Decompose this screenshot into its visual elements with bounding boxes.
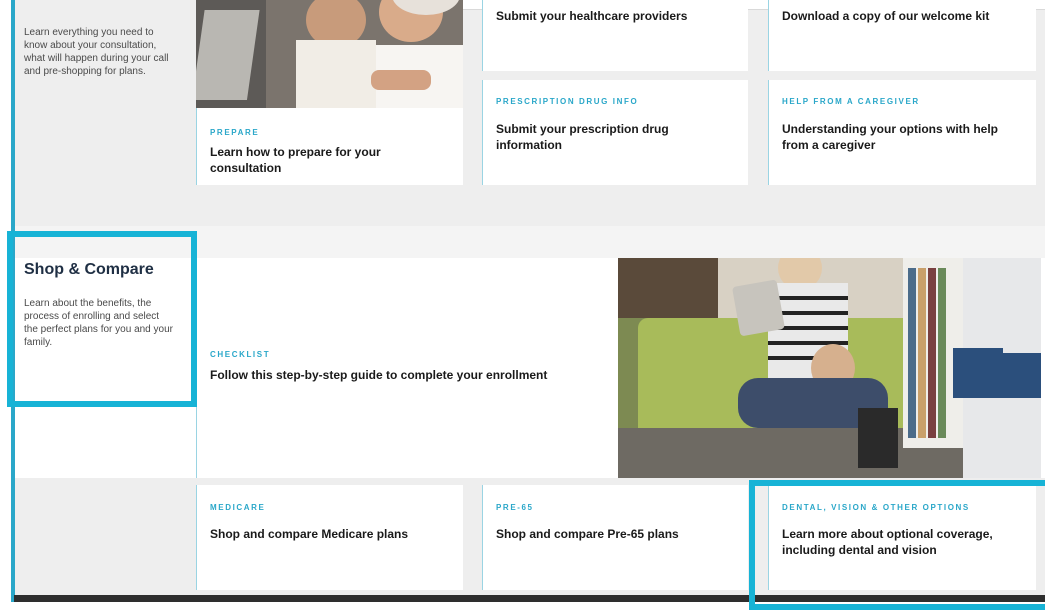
medicare-eyebrow: MEDICARE [210, 503, 266, 512]
pre65-eyebrow: PRE-65 [496, 503, 534, 512]
checklist-eyebrow: CHECKLIST [210, 350, 271, 359]
checklist-card[interactable]: CHECKLIST Follow this step-by-step guide… [196, 258, 618, 478]
medicare-title[interactable]: Shop and compare Medicare plans [210, 526, 451, 542]
caregiver-title[interactable]: Understanding your options with help fro… [782, 121, 1024, 153]
medicare-card[interactable]: MEDICARE Shop and compare Medicare plans [196, 485, 463, 590]
consultation-photo [196, 0, 463, 108]
prepare-eyebrow: PREPARE [210, 128, 260, 137]
prescription-eyebrow: PRESCRIPTION DRUG INFO [496, 97, 639, 106]
pre65-card[interactable]: PRE-65 Shop and compare Pre-65 plans [482, 485, 748, 590]
shop-section-highlight [7, 231, 197, 407]
providers-card[interactable]: Submit your healthcare providers [482, 0, 748, 71]
caregiver-card[interactable]: HELP FROM A CAREGIVER Understanding your… [768, 80, 1036, 185]
caregiver-eyebrow: HELP FROM A CAREGIVER [782, 97, 920, 106]
family-photo [618, 258, 1041, 478]
dental-card-highlight [749, 480, 1045, 610]
prepare-title[interactable]: Learn how to prepare for your consultati… [210, 144, 451, 176]
welcome-kit-card[interactable]: Download a copy of our welcome kit [768, 0, 1036, 71]
prescription-card[interactable]: PRESCRIPTION DRUG INFO Submit your presc… [482, 80, 748, 185]
prepare-card[interactable]: PREPARE Learn how to prepare for your co… [196, 108, 463, 185]
pre65-title[interactable]: Shop and compare Pre-65 plans [496, 526, 736, 542]
prescription-title[interactable]: Submit your prescription drug informatio… [496, 121, 736, 153]
providers-title[interactable]: Submit your healthcare providers [496, 8, 736, 24]
welcome-kit-title[interactable]: Download a copy of our welcome kit [782, 8, 1024, 24]
consultation-description: Learn everything you need to know about … [24, 27, 169, 77]
